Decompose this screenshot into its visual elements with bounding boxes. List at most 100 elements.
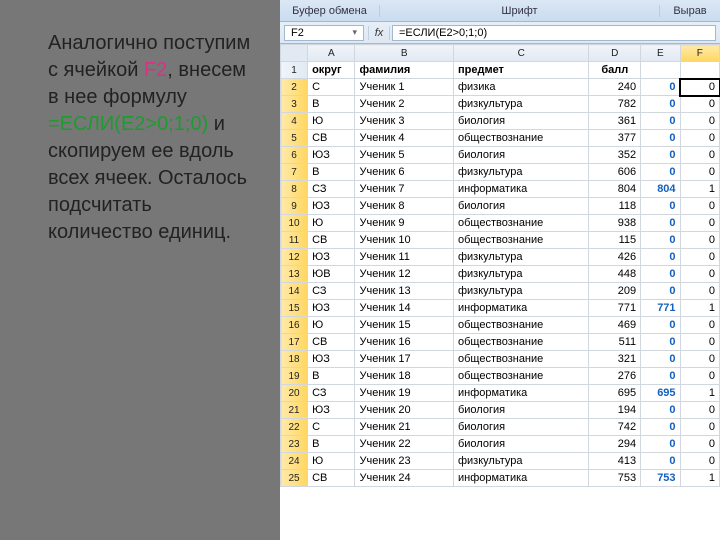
- cell[interactable]: 321: [589, 351, 641, 368]
- cell[interactable]: ЮВ: [308, 266, 355, 283]
- cell[interactable]: СВ: [308, 232, 355, 249]
- row-header[interactable]: 5: [281, 130, 308, 147]
- cell[interactable]: Ученик 16: [355, 334, 454, 351]
- cell[interactable]: 0: [680, 334, 719, 351]
- cell[interactable]: СВ: [308, 130, 355, 147]
- cell[interactable]: 782: [589, 96, 641, 113]
- cell[interactable]: биология: [453, 402, 588, 419]
- cell[interactable]: Ученик 13: [355, 283, 454, 300]
- cell[interactable]: 0: [641, 79, 680, 96]
- row-header[interactable]: 21: [281, 402, 308, 419]
- cell[interactable]: СЗ: [308, 385, 355, 402]
- row-header[interactable]: 8: [281, 181, 308, 198]
- cell[interactable]: СВ: [308, 470, 355, 487]
- cell[interactable]: информатика: [453, 181, 588, 198]
- row-header[interactable]: 7: [281, 164, 308, 181]
- cell[interactable]: Ученик 18: [355, 368, 454, 385]
- cell[interactable]: ЮЗ: [308, 198, 355, 215]
- formula-bar[interactable]: =ЕСЛИ(E2>0;1;0): [392, 25, 716, 41]
- row-header[interactable]: 9: [281, 198, 308, 215]
- cell[interactable]: обществознание: [453, 351, 588, 368]
- cell[interactable]: 0: [641, 436, 680, 453]
- row-header[interactable]: 6: [281, 147, 308, 164]
- cell[interactable]: информатика: [453, 300, 588, 317]
- cell[interactable]: 0: [680, 164, 719, 181]
- cell[interactable]: 0: [641, 215, 680, 232]
- row-header[interactable]: 12: [281, 249, 308, 266]
- cell[interactable]: 0: [680, 232, 719, 249]
- cell[interactable]: 0: [680, 147, 719, 164]
- row-header[interactable]: 20: [281, 385, 308, 402]
- row-header[interactable]: 13: [281, 266, 308, 283]
- cell[interactable]: 0: [641, 113, 680, 130]
- cell[interactable]: ЮЗ: [308, 402, 355, 419]
- cell[interactable]: 240: [589, 79, 641, 96]
- cell[interactable]: 1: [680, 181, 719, 198]
- cell[interactable]: 0: [641, 317, 680, 334]
- cell[interactable]: 361: [589, 113, 641, 130]
- cell[interactable]: 0: [641, 96, 680, 113]
- cell[interactable]: ЮЗ: [308, 249, 355, 266]
- cell[interactable]: 0: [641, 232, 680, 249]
- cell[interactable]: СВ: [308, 334, 355, 351]
- cell[interactable]: балл: [589, 62, 641, 79]
- chevron-down-icon[interactable]: ▾: [352, 27, 357, 38]
- cell[interactable]: 1: [680, 470, 719, 487]
- cell[interactable]: 352: [589, 147, 641, 164]
- cell[interactable]: обществознание: [453, 368, 588, 385]
- row-header[interactable]: 3: [281, 96, 308, 113]
- name-box[interactable]: F2 ▾: [284, 25, 364, 41]
- cell[interactable]: Ученик 2: [355, 96, 454, 113]
- cell[interactable]: физика: [453, 79, 588, 96]
- cell[interactable]: физкультура: [453, 96, 588, 113]
- cell[interactable]: 804: [589, 181, 641, 198]
- row-header[interactable]: 17: [281, 334, 308, 351]
- row-header[interactable]: 22: [281, 419, 308, 436]
- ribbon-section-clipboard[interactable]: Буфер обмена: [280, 5, 380, 17]
- cell[interactable]: обществознание: [453, 130, 588, 147]
- cell[interactable]: 0: [680, 419, 719, 436]
- cell[interactable]: 377: [589, 130, 641, 147]
- cell[interactable]: обществознание: [453, 334, 588, 351]
- cell[interactable]: 0: [641, 351, 680, 368]
- insert-function-button[interactable]: fx: [368, 26, 390, 40]
- cell[interactable]: Ученик 4: [355, 130, 454, 147]
- row-header[interactable]: 14: [281, 283, 308, 300]
- cell[interactable]: 0: [641, 147, 680, 164]
- cell[interactable]: 0: [680, 436, 719, 453]
- cell[interactable]: биология: [453, 113, 588, 130]
- cell[interactable]: Ученик 6: [355, 164, 454, 181]
- column-header-C[interactable]: C: [453, 45, 588, 62]
- cell[interactable]: 0: [641, 130, 680, 147]
- row-header[interactable]: 19: [281, 368, 308, 385]
- cell[interactable]: физкультура: [453, 266, 588, 283]
- cell[interactable]: 469: [589, 317, 641, 334]
- cell[interactable]: [680, 62, 719, 79]
- cell[interactable]: 0: [641, 164, 680, 181]
- cell[interactable]: 426: [589, 249, 641, 266]
- column-header-A[interactable]: A: [308, 45, 355, 62]
- cell[interactable]: информатика: [453, 385, 588, 402]
- row-header[interactable]: 10: [281, 215, 308, 232]
- row-header[interactable]: 11: [281, 232, 308, 249]
- cell[interactable]: физкультура: [453, 283, 588, 300]
- cell[interactable]: 0: [680, 113, 719, 130]
- cell[interactable]: С: [308, 79, 355, 96]
- spreadsheet-grid[interactable]: ABCDEF 1округфамилияпредметбалл2СУченик …: [280, 44, 720, 540]
- cell[interactable]: 0: [641, 402, 680, 419]
- cell[interactable]: 0: [680, 351, 719, 368]
- cell[interactable]: биология: [453, 198, 588, 215]
- cell[interactable]: биология: [453, 147, 588, 164]
- cell[interactable]: Ученик 10: [355, 232, 454, 249]
- cell[interactable]: 276: [589, 368, 641, 385]
- cell[interactable]: В: [308, 436, 355, 453]
- row-header[interactable]: 24: [281, 453, 308, 470]
- cell[interactable]: ЮЗ: [308, 147, 355, 164]
- cell[interactable]: С: [308, 419, 355, 436]
- cell[interactable]: 804: [641, 181, 680, 198]
- cell[interactable]: [641, 62, 680, 79]
- cell[interactable]: Ю: [308, 215, 355, 232]
- cell[interactable]: СЗ: [308, 181, 355, 198]
- cell[interactable]: Ю: [308, 113, 355, 130]
- cell[interactable]: 0: [680, 266, 719, 283]
